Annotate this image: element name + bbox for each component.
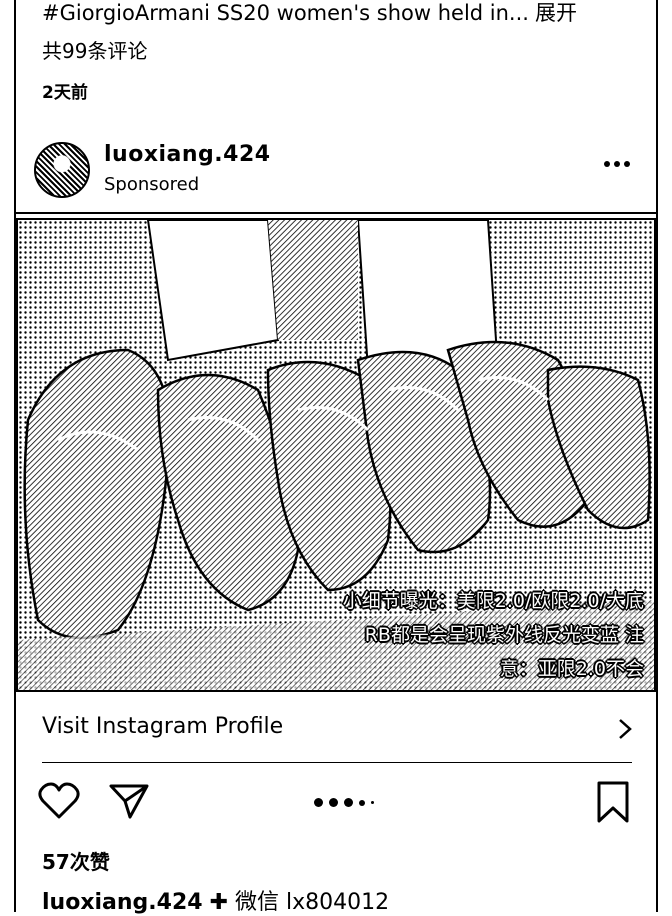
likes-count[interactable]: 57次赞: [42, 846, 110, 875]
carousel-dot-active: [314, 798, 323, 807]
more-horizontal-icon[interactable]: [602, 154, 632, 174]
divider: [42, 762, 632, 763]
image-overlay-caption: 小细节曝光：美限2.0/欧限2.0/大底 RB都是会呈现紫外线反光变蓝 注 意：…: [342, 590, 644, 680]
carousel-dot: [329, 798, 338, 807]
previous-caption-text: #GiorgioArmani SS20 women's show held in…: [42, 1, 529, 25]
carousel-dot: [371, 801, 374, 804]
post-caption: luoxiang.424 ✚ 微信 lx804012: [42, 884, 389, 916]
send-icon[interactable]: [108, 782, 150, 820]
chevron-right-icon: [619, 719, 632, 739]
view-comments-link[interactable]: 共99条评论: [42, 35, 642, 64]
heart-icon[interactable]: [38, 782, 80, 820]
post-username[interactable]: luoxiang.424: [104, 142, 271, 167]
carousel-indicator: [314, 798, 374, 807]
caption-username[interactable]: luoxiang.424: [42, 890, 203, 915]
post-image[interactable]: 小细节曝光：美限2.0/欧限2.0/大底 RB都是会呈现紫外线反光变蓝 注 意：…: [16, 218, 656, 692]
post-actions: [0, 780, 672, 830]
previous-post-footer: #GiorgioArmani SS20 women's show held in…: [42, 0, 642, 103]
post-timestamp: 2天前: [42, 83, 88, 103]
expand-caption-link[interactable]: 展开: [535, 1, 577, 25]
post-header: luoxiang.424 Sponsored: [14, 136, 658, 214]
avatar[interactable]: [34, 142, 90, 198]
bookmark-icon[interactable]: [596, 780, 630, 824]
visit-profile-button[interactable]: Visit Instagram Profile: [42, 708, 632, 752]
caption-text: ✚ 微信 lx804012: [209, 890, 390, 915]
visit-profile-label: Visit Instagram Profile: [42, 714, 284, 739]
previous-post-caption[interactable]: #GiorgioArmani SS20 women's show held in…: [42, 0, 642, 27]
sponsored-label: Sponsored: [104, 174, 200, 195]
carousel-dot: [359, 799, 365, 806]
carousel-dot: [344, 798, 353, 807]
